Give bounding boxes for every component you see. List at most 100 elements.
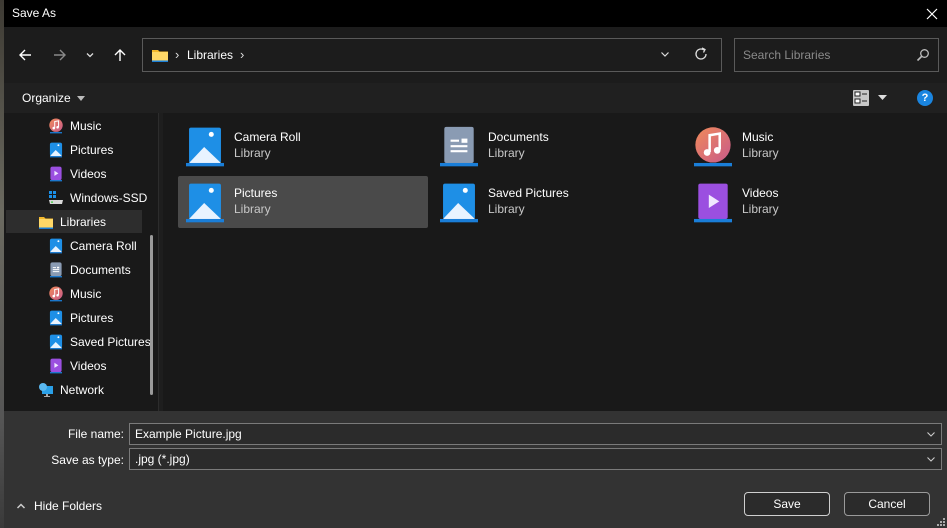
library-tile[interactable]: Videos Library <box>686 176 936 228</box>
organize-menu[interactable]: Organize <box>22 91 85 105</box>
back-button[interactable] <box>13 43 37 67</box>
pictures-icon <box>48 238 64 254</box>
library-tile[interactable]: Saved Pictures Library <box>432 176 682 228</box>
library-name: Videos <box>742 186 779 200</box>
sidebar-item[interactable]: Network <box>6 378 142 401</box>
breadcrumb-libraries[interactable]: Libraries <box>187 48 233 62</box>
sidebar-item[interactable]: Saved Pictures <box>6 330 151 353</box>
chevron-down-icon[interactable] <box>925 453 937 465</box>
refresh-icon <box>695 47 707 60</box>
sidebar-item[interactable]: Pictures <box>6 306 142 329</box>
folder-icon <box>38 214 54 230</box>
view-dropdown-caret-icon[interactable] <box>878 95 887 100</box>
resize-grip-icon[interactable] <box>937 518 945 526</box>
library-type: Library <box>234 146 271 160</box>
documents-icon <box>48 261 64 278</box>
organize-label: Organize <box>22 91 71 105</box>
library-tile[interactable]: Music Library <box>686 120 936 172</box>
library-type: Library <box>234 202 271 216</box>
sidebar-item[interactable]: Pictures <box>6 138 142 161</box>
library-name: Saved Pictures <box>488 186 569 200</box>
pictures-icon <box>184 126 226 168</box>
save-as-type-label: Save as type: <box>51 453 124 467</box>
dialog-body: Music Pictures Videos Windows-SSD Libraries C… <box>4 113 947 411</box>
address-history-dropdown[interactable] <box>658 47 674 63</box>
library-name: Pictures <box>234 186 278 200</box>
music-icon <box>692 126 734 168</box>
sidebar-item[interactable]: Music <box>6 282 142 305</box>
sidebar-scrollbar[interactable] <box>150 235 153 395</box>
library-name: Camera Roll <box>234 130 301 144</box>
videos-icon <box>692 182 734 224</box>
library-type: Library <box>488 146 525 160</box>
sidebar-item[interactable]: Videos <box>6 354 142 377</box>
window-title: Save As <box>12 6 57 20</box>
search-input[interactable] <box>735 39 910 71</box>
library-name: Music <box>742 130 774 144</box>
cancel-button[interactable]: Cancel <box>844 492 930 516</box>
sidebar-item-label: Saved Pictures <box>70 334 151 349</box>
breadcrumb-separator[interactable]: › <box>240 47 244 62</box>
pictures-icon <box>184 182 226 224</box>
sidebar-item-label: Libraries <box>60 214 107 229</box>
arrow-up-icon <box>114 49 126 61</box>
music-icon <box>48 117 64 134</box>
hide-folders-label: Hide Folders <box>34 499 103 513</box>
search-icon[interactable] <box>916 48 930 62</box>
sidebar-item-label: Music <box>70 118 102 133</box>
filename-field[interactable] <box>129 423 942 445</box>
close-button[interactable] <box>917 0 947 27</box>
recent-locations-button[interactable] <box>78 43 102 67</box>
sidebar-item[interactable]: Libraries <box>6 210 142 233</box>
sidebar-item[interactable]: Music <box>6 114 142 137</box>
file-list: Camera Roll Library Documents Library Music L… <box>163 113 947 411</box>
navigation-pane: Music Pictures Videos Windows-SSD Libraries C… <box>4 113 159 411</box>
videos-icon <box>48 166 64 182</box>
chevron-down-icon <box>86 53 94 58</box>
library-type: Library <box>742 202 779 216</box>
hide-folders-button[interactable]: Hide Folders <box>16 499 102 513</box>
pictures-icon <box>48 310 64 326</box>
sidebar-item[interactable]: Windows-SSD <box>6 186 147 209</box>
sidebar-item-label: Pictures <box>70 142 114 157</box>
sidebar-item-label: Camera Roll <box>70 238 137 253</box>
forward-button[interactable] <box>48 43 72 67</box>
view-options-icon[interactable] <box>853 90 869 106</box>
library-name: Documents <box>488 130 549 144</box>
library-type: Library <box>742 146 779 160</box>
sidebar-item[interactable]: Documents <box>6 258 142 281</box>
sidebar-item-label: Documents <box>70 262 131 277</box>
documents-icon <box>438 126 480 168</box>
help-button[interactable]: ? <box>917 90 933 106</box>
sidebar-item-label: Videos <box>70 166 107 181</box>
chevron-down-icon[interactable] <box>925 428 937 440</box>
search-box <box>734 38 939 72</box>
sidebar-item-label: Pictures <box>70 310 114 325</box>
save-button[interactable]: Save <box>744 492 830 516</box>
pictures-icon <box>438 182 480 224</box>
sidebar-item[interactable]: Videos <box>6 162 142 185</box>
filename-label: File name: <box>67 427 124 441</box>
navigation-bar: › Libraries › <box>4 27 947 83</box>
up-button[interactable] <box>108 43 132 67</box>
chevron-up-icon <box>16 503 26 509</box>
drive-icon <box>48 190 64 206</box>
sidebar-item-label: Network <box>60 382 105 397</box>
videos-icon <box>48 358 64 374</box>
arrow-right-icon <box>54 49 66 61</box>
address-bar[interactable]: › Libraries › <box>142 38 722 72</box>
network-icon <box>38 382 54 398</box>
sidebar-item-label: Windows-SSD <box>70 190 148 205</box>
library-tile[interactable]: Documents Library <box>432 120 682 172</box>
pictures-icon <box>48 334 64 350</box>
breadcrumb-separator: › <box>175 47 180 62</box>
library-tile[interactable]: Pictures Library <box>178 176 428 228</box>
sidebar-item[interactable]: Camera Roll <box>6 234 142 257</box>
filename-input[interactable] <box>130 424 920 444</box>
folder-icon <box>152 50 168 62</box>
sidebar-item-label: Music <box>70 286 102 301</box>
refresh-button[interactable] <box>693 46 711 64</box>
chevron-down-icon <box>661 52 669 57</box>
library-tile[interactable]: Camera Roll Library <box>178 120 428 172</box>
save-as-type-select[interactable]: .jpg (*.jpg) <box>129 448 942 470</box>
